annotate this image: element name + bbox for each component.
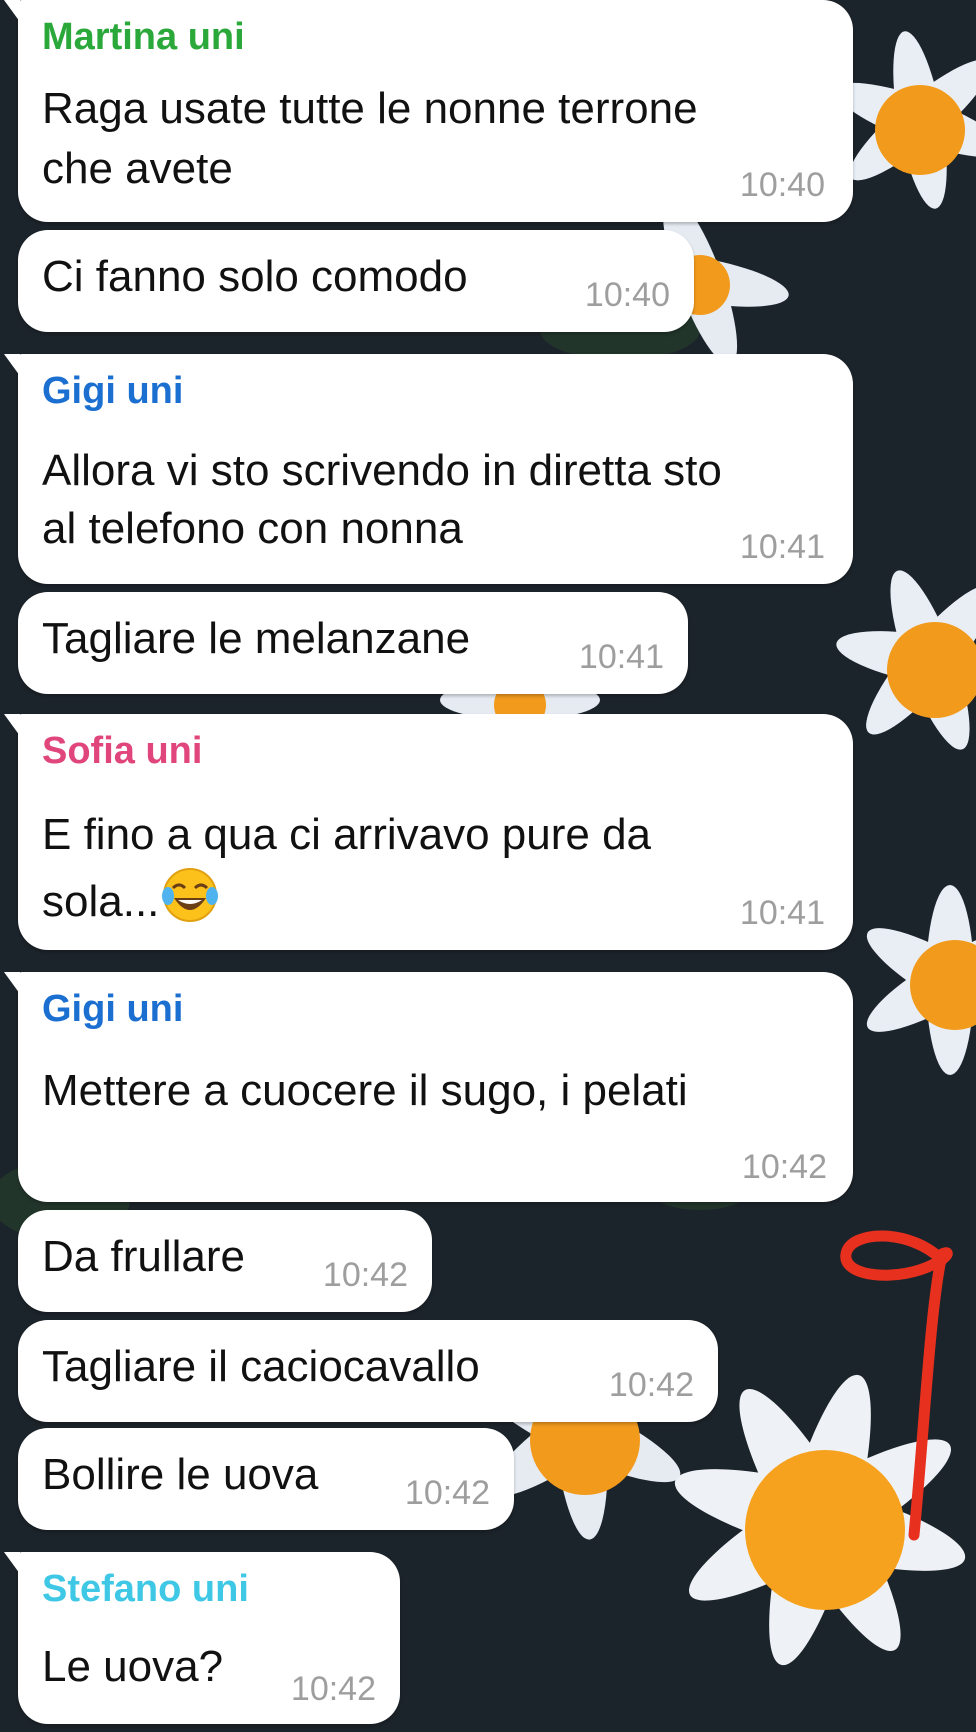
- message-text-line: sola...: [42, 866, 219, 939]
- message-bubble[interactable]: Martina uni Raga usate tutte le nonne te…: [4, 0, 853, 222]
- bubble-tail: [4, 354, 20, 376]
- message-text-line: che avete: [42, 144, 233, 193]
- sender-name: Gigi uni: [42, 988, 184, 1030]
- sender-name: Sofia uni: [42, 730, 203, 772]
- message-bubble[interactable]: Sofia uni E fino a qua ci arrivavo pure …: [4, 714, 853, 950]
- sender-name: Stefano uni: [42, 1568, 249, 1610]
- message-time: 10:40: [739, 166, 825, 204]
- bubble-tail: [4, 0, 20, 22]
- message-text: sola...: [42, 877, 160, 926]
- message-bubble[interactable]: Ci fanno solo comodo 10:40: [18, 230, 694, 332]
- message-time: 10:42: [608, 1366, 694, 1404]
- message-text-line: Bollire le uova: [42, 1450, 319, 1499]
- message-text-line: Da frullare: [42, 1232, 245, 1281]
- message-time: 10:41: [739, 528, 825, 566]
- tears-of-joy-emoji-icon: [161, 866, 219, 939]
- message-text-line: Raga usate tutte le nonne terrone: [42, 84, 698, 133]
- message-text-line: Tagliare il caciocavallo: [42, 1342, 480, 1391]
- message-text-line: Allora vi sto scrivendo in diretta sto: [42, 446, 722, 495]
- message-bubble[interactable]: Gigi uni Allora vi sto scrivendo in dire…: [4, 354, 853, 584]
- message-text-line: E fino a qua ci arrivavo pure da: [42, 810, 652, 859]
- message-text-line: Ci fanno solo comodo: [42, 252, 468, 301]
- bubble-tail: [4, 972, 20, 994]
- message-bubble[interactable]: Tagliare le melanzane 10:41: [18, 592, 688, 694]
- message-time: 10:40: [584, 276, 670, 314]
- message-time: 10:42: [322, 1256, 408, 1294]
- message-text-line: Tagliare le melanzane: [42, 614, 471, 663]
- message-text-line: Mettere a cuocere il sugo, i pelati: [42, 1066, 688, 1115]
- message-bubble[interactable]: Da frullare 10:42: [18, 1210, 432, 1312]
- sender-name: Martina uni: [42, 16, 245, 58]
- message-bubble[interactable]: Bollire le uova 10:42: [18, 1428, 514, 1530]
- message-time: 10:41: [578, 638, 664, 676]
- message-time: 10:42: [290, 1670, 376, 1708]
- message-time: 10:42: [404, 1474, 490, 1512]
- message-time: 10:42: [741, 1148, 827, 1186]
- message-text-line: Le uova?: [42, 1642, 224, 1691]
- message-bubble[interactable]: Tagliare il caciocavallo 10:42: [18, 1320, 718, 1422]
- bubble-tail: [4, 714, 20, 736]
- sender-name: Gigi uni: [42, 370, 184, 412]
- message-bubble[interactable]: Gigi uni Mettere a cuocere il sugo, i pe…: [4, 972, 853, 1202]
- hand-drawn-red-scribble-icon: [840, 1230, 953, 1541]
- message-bubble[interactable]: Stefano uni Le uova? 10:42: [4, 1552, 400, 1724]
- message-text-line: al telefono con nonna: [42, 504, 463, 553]
- bubble-tail: [4, 1552, 20, 1574]
- message-time: 10:41: [739, 894, 825, 932]
